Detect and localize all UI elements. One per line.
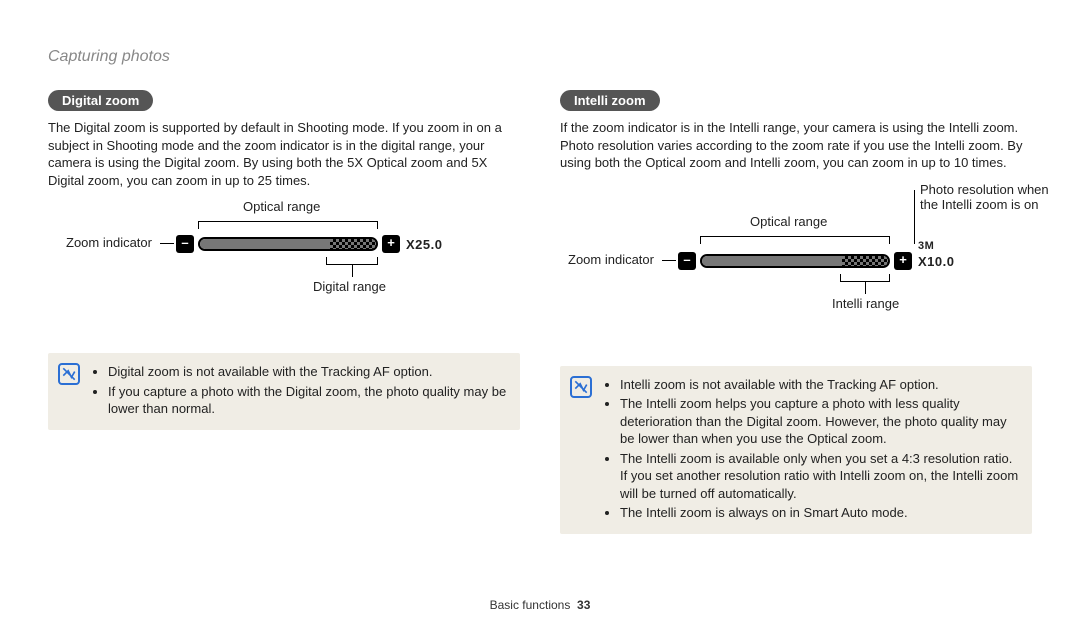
intelli-zoom-notes: Intelli zoom is not available with the T… (560, 366, 1032, 534)
zoom-bar-digital-segment (330, 239, 376, 249)
zoom-bar (198, 237, 378, 251)
note-item: Digital zoom is not available with the T… (108, 363, 508, 381)
zoom-bar-intelli-segment (842, 256, 888, 266)
note-item: The Intelli zoom is always on in Smart A… (620, 504, 1020, 522)
optical-range-label: Optical range (243, 199, 320, 214)
digital-zoom-paragraph: The Digital zoom is supported by default… (48, 119, 520, 189)
intelli-zoom-paragraph: If the zoom indicator is in the Intelli … (560, 119, 1032, 172)
page-footer: Basic functions 33 (0, 598, 1080, 612)
intelli-zoom-diagram: Photo resolution when the Intelli zoom i… (560, 182, 1032, 362)
zoom-bar (700, 254, 890, 268)
optical-bracket (198, 221, 378, 229)
footer-page-number: 33 (577, 598, 590, 612)
zoom-indicator-leader (160, 243, 174, 244)
zoom-value: X25.0 (406, 237, 442, 252)
note-item: Intelli zoom is not available with the T… (620, 376, 1020, 394)
resolution-value: 3M (918, 240, 934, 252)
digital-bracket (326, 257, 378, 265)
digital-bracket-stem (352, 265, 353, 277)
note-icon (570, 376, 592, 398)
zoom-indicator-leader (662, 260, 676, 261)
zoom-indicator-label: Zoom indicator (66, 235, 152, 250)
note-icon (58, 363, 80, 385)
page-header: Capturing photos (48, 48, 1032, 66)
footer-section: Basic functions (490, 598, 571, 612)
intelli-bracket-stem (865, 282, 866, 294)
intelli-range-label: Intelli range (832, 296, 899, 311)
digital-zoom-tag: Digital zoom (48, 90, 153, 111)
photo-resolution-label: Photo resolution when the Intelli zoom i… (920, 182, 1050, 213)
plus-icon: + (894, 252, 912, 270)
note-item: The Intelli zoom is available only when … (620, 450, 1020, 503)
note-item: The Intelli zoom helps you capture a pho… (620, 395, 1020, 448)
digital-range-label: Digital range (313, 279, 386, 294)
optical-bracket (700, 236, 890, 244)
right-column: Intelli zoom If the zoom indicator is in… (560, 90, 1032, 534)
res-leader (914, 190, 915, 244)
minus-icon: – (176, 235, 194, 253)
minus-icon: – (678, 252, 696, 270)
zoom-indicator-label: Zoom indicator (568, 252, 654, 267)
digital-zoom-diagram: Optical range Zoom indicator – + X25.0 D… (48, 199, 520, 349)
zoom-value: X10.0 (918, 254, 954, 269)
note-item: If you capture a photo with the Digital … (108, 383, 508, 418)
digital-zoom-notes: Digital zoom is not available with the T… (48, 353, 520, 430)
optical-range-label: Optical range (750, 214, 827, 229)
plus-icon: + (382, 235, 400, 253)
intelli-bracket (840, 274, 890, 282)
left-column: Digital zoom The Digital zoom is support… (48, 90, 520, 534)
two-column-layout: Digital zoom The Digital zoom is support… (48, 90, 1032, 534)
intelli-zoom-tag: Intelli zoom (560, 90, 660, 111)
